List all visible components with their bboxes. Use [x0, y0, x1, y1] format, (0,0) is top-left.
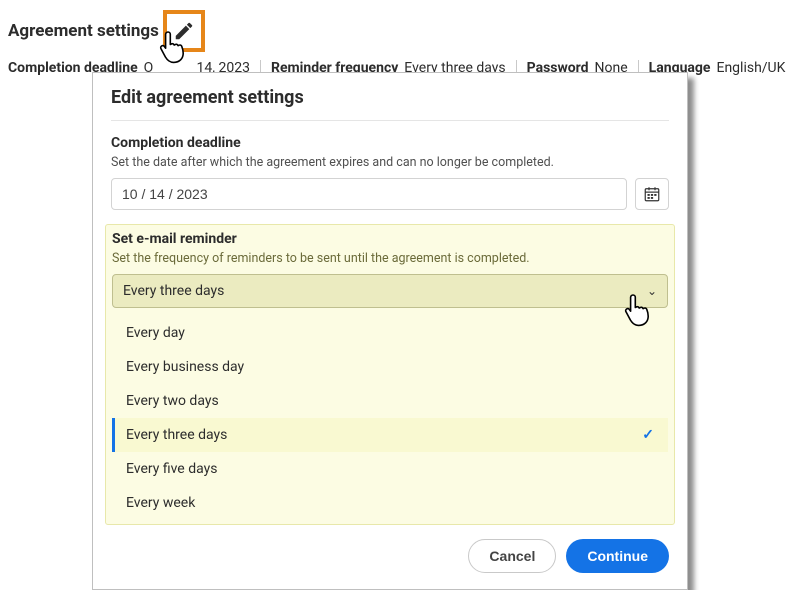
- deadline-section-desc: Set the date after which the agreement e…: [111, 155, 669, 170]
- reminder-option-selected[interactable]: Every three days ✓: [112, 418, 668, 452]
- pencil-icon: [173, 20, 195, 42]
- continue-button[interactable]: Continue: [566, 539, 669, 573]
- reminder-section-title: Set e-mail reminder: [112, 231, 668, 247]
- reminder-section: Set e-mail reminder Set the frequency of…: [105, 224, 675, 525]
- reminder-selected-value: Every three days: [123, 283, 224, 299]
- reminder-dropdown: Every day Every business day Every two d…: [112, 316, 668, 524]
- calendar-button[interactable]: [635, 178, 669, 210]
- edit-agreement-modal: Edit agreement settings Completion deadl…: [92, 72, 688, 590]
- checkmark-icon: ✓: [642, 427, 654, 443]
- chevron-down-icon: ⌄: [647, 284, 657, 298]
- page-title: Agreement settings: [8, 21, 159, 41]
- reminder-option-label: Every week: [126, 495, 195, 511]
- reminder-option-label: Every three days: [126, 427, 227, 443]
- reminder-option[interactable]: Every business day: [112, 350, 668, 384]
- reminder-section-desc: Set the frequency of reminders to be sen…: [112, 251, 668, 266]
- reminder-option[interactable]: Every day: [112, 316, 668, 350]
- reminder-option-label: Every day: [126, 325, 185, 341]
- meta-language-value: English/UK: [716, 60, 785, 76]
- calendar-icon: [643, 185, 661, 203]
- modal-title: Edit agreement settings: [111, 87, 669, 121]
- reminder-option[interactable]: Every week: [112, 486, 668, 520]
- deadline-section-title: Completion deadline: [111, 135, 669, 151]
- deadline-date-input[interactable]: [111, 178, 627, 210]
- reminder-option-label: Every five days: [126, 461, 217, 477]
- reminder-option-label: Every two days: [126, 393, 219, 409]
- reminder-option[interactable]: Every five days: [112, 452, 668, 486]
- reminder-frequency-select[interactable]: Every three days ⌄: [112, 274, 668, 308]
- cancel-button[interactable]: Cancel: [468, 539, 556, 573]
- edit-settings-button[interactable]: [163, 10, 205, 52]
- reminder-option[interactable]: Every two days: [112, 384, 668, 418]
- reminder-option-label: Every business day: [126, 359, 244, 375]
